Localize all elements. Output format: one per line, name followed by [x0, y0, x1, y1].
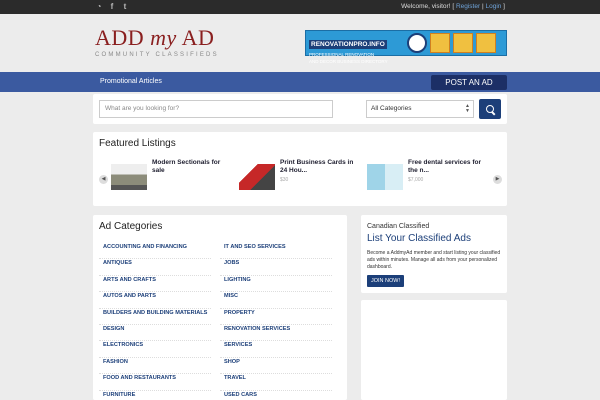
category-link[interactable]: PROPERTY	[220, 309, 332, 325]
banner-image	[476, 33, 496, 53]
featured-item-title[interactable]: Print Business Cards in 24 Hou...	[280, 159, 362, 175]
banner-name: RENOVATIONPRO.INFO	[309, 40, 387, 49]
site-logo[interactable]: ADD my AD COMMUNITY CLASSIFIEDS	[95, 26, 235, 62]
featured-listings: Featured Listings ◀ Modern Sectionals fo…	[93, 132, 507, 206]
category-link[interactable]: SHOP	[220, 358, 332, 375]
featured-item-title[interactable]: Free dental services for the n...	[408, 159, 490, 175]
chevron-right-icon[interactable]: ▶	[493, 175, 502, 184]
category-select[interactable]: All Categories ▲ ▼	[366, 100, 474, 118]
site-header: ADD my AD COMMUNITY CLASSIFIEDS RENOVATI…	[0, 14, 600, 72]
banner-image	[453, 33, 473, 53]
twitter-icon[interactable]: t	[121, 2, 129, 11]
classified-subtitle: Canadian Classified	[367, 223, 430, 230]
search-icon	[485, 104, 495, 114]
classified-title: List Your Classified Ads	[367, 233, 471, 244]
category-link[interactable]: FASHION	[99, 358, 211, 375]
welcome-text: Welcome, visitor! [ Register | Login ]	[401, 2, 505, 12]
logo-word-ad: AD	[176, 25, 215, 50]
ad-categories: Ad Categories ACCOUNTING AND FINANCING A…	[93, 215, 347, 400]
search-button[interactable]	[479, 99, 501, 119]
top-bar: ◔ f t Welcome, visitor! [ Register | Log…	[0, 0, 600, 14]
category-link[interactable]: RENOVATION SERVICES	[220, 325, 332, 342]
category-link[interactable]: DESIGN	[99, 325, 211, 342]
classified-description: Become a AddmyAd member and start listin…	[367, 250, 501, 270]
category-link[interactable]: TRAVEL	[220, 374, 332, 391]
post-ad-button[interactable]: POST AN AD	[431, 75, 507, 90]
logo-wordmark: ADD my AD	[95, 26, 235, 50]
featured-thumbnail	[239, 164, 275, 190]
featured-item-price: $30	[280, 177, 289, 183]
featured-thumbnail	[111, 164, 147, 190]
categories-title: Ad Categories	[99, 221, 163, 232]
category-link[interactable]: JOBS	[220, 259, 332, 276]
social-links: ◔ f t	[95, 2, 129, 11]
renovation-banner[interactable]: RENOVATIONPRO.INFO PROFESSIONAL RENOVATI…	[305, 30, 507, 64]
category-link[interactable]: FURNITURE	[99, 391, 211, 400]
category-link[interactable]: ACCOUNTING AND FINANCING	[99, 243, 211, 260]
category-column-1: ACCOUNTING AND FINANCING ANTIQUES ARTS A…	[99, 243, 211, 400]
featured-item-price: $7,000	[408, 177, 424, 183]
featured-thumbnail	[367, 164, 403, 190]
banner-image	[430, 33, 450, 53]
search-panel: What are you looking for? All Categories…	[93, 94, 507, 124]
banner-line1: PROFESSIONAL RENOVATION	[309, 52, 375, 57]
featured-item[interactable]: Print Business Cards in 24 Hou... $30	[239, 159, 363, 199]
bracket-close: ]	[501, 3, 505, 10]
category-link[interactable]: IT AND SEO SERVICES	[220, 243, 332, 260]
logo-word-my: my	[150, 25, 177, 50]
category-column-2: IT AND SEO SERVICES JOBS LIGHTING MISC P…	[220, 243, 332, 400]
category-link[interactable]: ELECTRONICS	[99, 341, 211, 358]
banner-line2: AND DECOR BUSINESS DIRECTORY	[309, 58, 388, 64]
chevron-left-icon[interactable]: ◀	[99, 175, 108, 184]
category-link[interactable]: MISC	[220, 292, 332, 309]
welcome-label: Welcome, visitor!	[401, 3, 451, 10]
banner-images	[404, 31, 499, 55]
featured-item[interactable]: Modern Sectionals for sale	[111, 159, 235, 199]
featured-item-title[interactable]: Modern Sectionals for sale	[152, 159, 234, 175]
banner-badge-icon	[407, 33, 427, 53]
logo-word-add: ADD	[95, 25, 151, 50]
nav-promotional-articles[interactable]: Promotional Articles	[100, 72, 162, 92]
category-link[interactable]: USED CARS	[220, 391, 332, 400]
featured-item[interactable]: Free dental services for the n... $7,000	[367, 159, 491, 199]
sidebar-widget	[361, 300, 507, 400]
facebook-icon[interactable]: f	[108, 2, 116, 11]
search-input[interactable]: What are you looking for?	[99, 100, 333, 118]
login-link[interactable]: Login	[485, 3, 501, 10]
join-now-button[interactable]: JOIN NOW!	[367, 275, 404, 287]
register-link[interactable]: Register	[456, 3, 480, 10]
banner-text: RENOVATIONPRO.INFO PROFESSIONAL RENOVATI…	[306, 31, 404, 64]
logo-tagline: COMMUNITY CLASSIFIEDS	[95, 52, 219, 58]
category-link[interactable]: SERVICES	[220, 341, 332, 358]
classified-promo: Canadian Classified List Your Classified…	[361, 215, 507, 293]
category-link[interactable]: FOOD AND RESTAURANTS	[99, 374, 211, 391]
category-link[interactable]: ANTIQUES	[99, 259, 211, 276]
main-nav: Promotional Articles POST AN AD	[0, 72, 600, 92]
select-arrows-icon: ▲ ▼	[465, 103, 470, 114]
category-select-value: All Categories	[371, 105, 412, 112]
category-link[interactable]: ARTS AND CRAFTS	[99, 276, 211, 293]
category-link[interactable]: AUTOS AND PARTS	[99, 292, 211, 309]
featured-title: Featured Listings	[99, 138, 176, 149]
category-link[interactable]: LIGHTING	[220, 276, 332, 293]
category-link[interactable]: BUILDERS AND BUILDING MATERIALS	[99, 309, 211, 325]
rss-icon[interactable]: ◔	[95, 2, 103, 11]
